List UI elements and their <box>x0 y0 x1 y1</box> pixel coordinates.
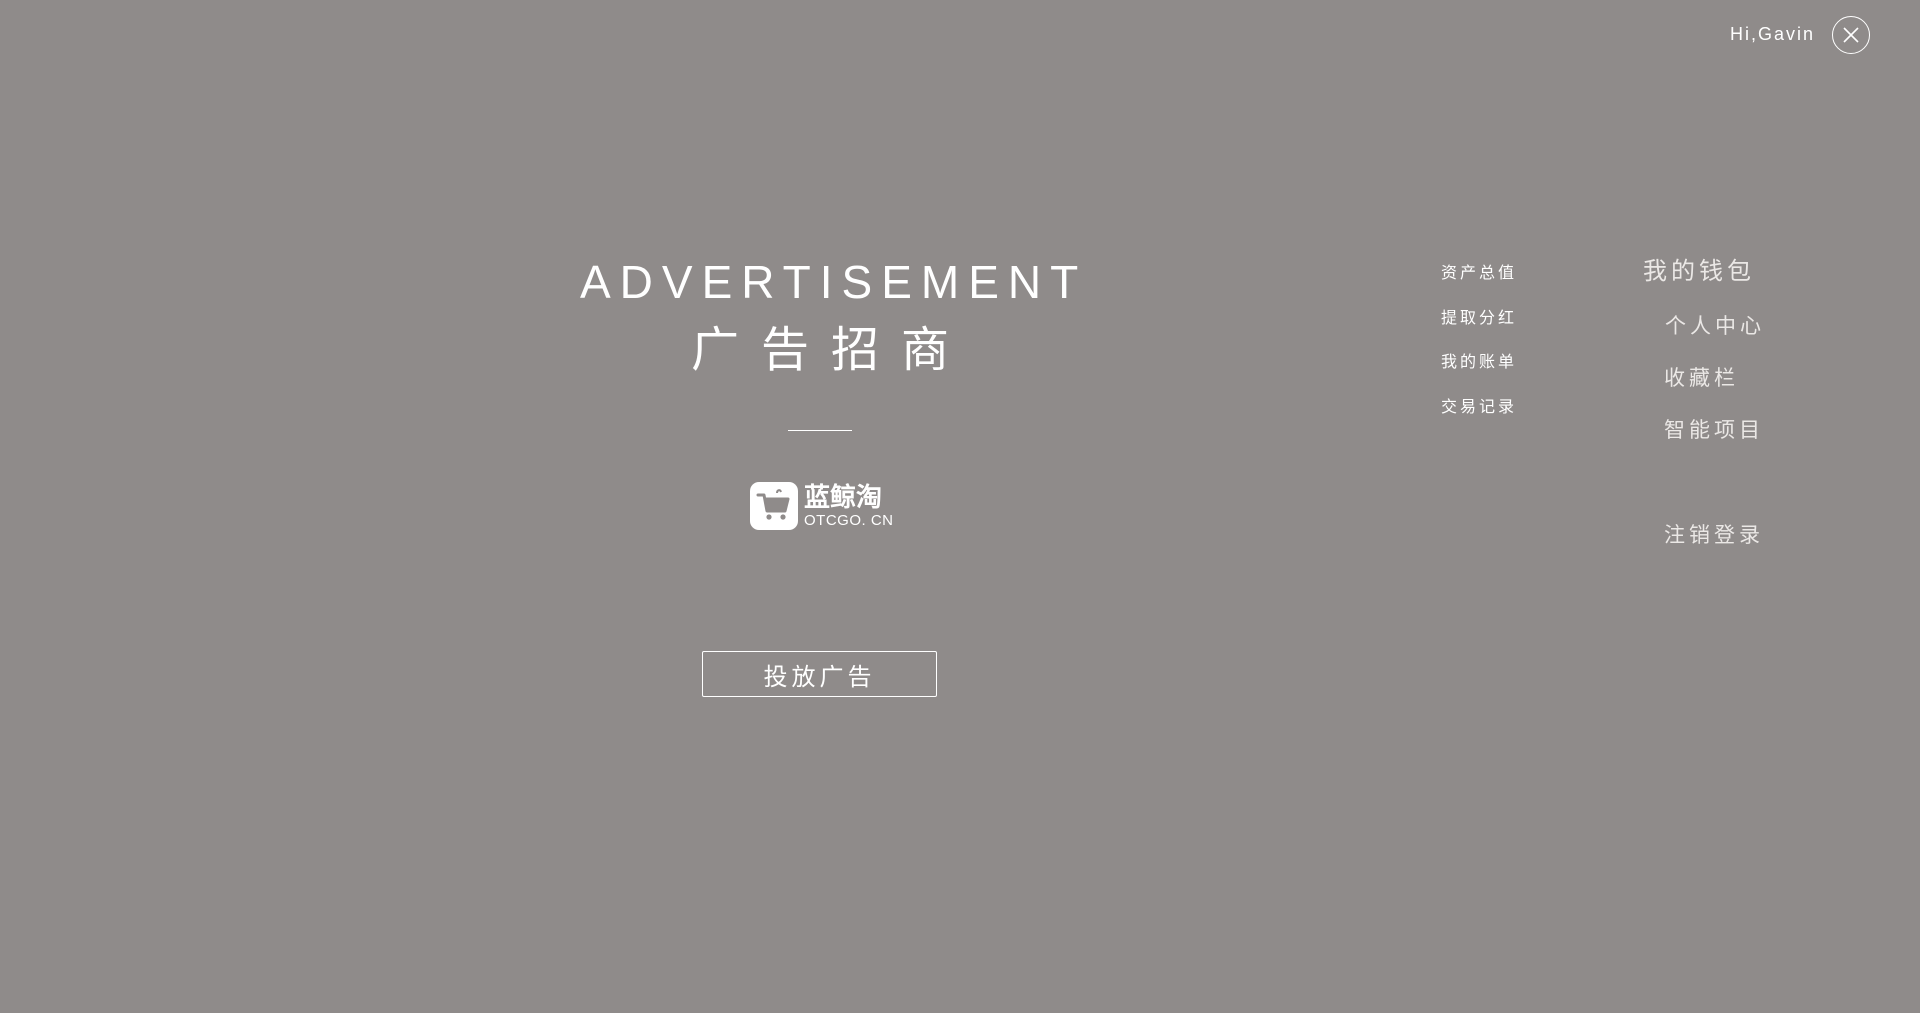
menu-item-favorites[interactable]: 收藏栏 <box>1664 364 1739 392</box>
brand-name-cn: 蓝鲸淘 <box>804 483 883 513</box>
menu-item-smart-project[interactable]: 智能项目 <box>1664 416 1764 444</box>
close-button[interactable] <box>1832 16 1870 54</box>
brand-logo-text: 蓝鲸淘 OTCGO. CN <box>804 483 894 529</box>
advertisement-title-cn: 广告招商 <box>690 322 971 378</box>
title-divider <box>788 430 852 431</box>
close-icon <box>1843 27 1859 43</box>
shopping-cart-icon <box>750 482 798 530</box>
brand-name-en: OTCGO. CN <box>804 512 894 529</box>
place-ad-button[interactable]: 投放广告 <box>702 651 937 697</box>
submenu-item-total-assets[interactable]: 资产总值 <box>1441 258 1517 303</box>
menu-item-wallet[interactable]: 我的钱包 <box>1643 255 1755 287</box>
brand-logo: 蓝鲸淘 OTCGO. CN <box>750 481 894 531</box>
advertisement-title-en: ADVERTISEMENT <box>580 256 1088 308</box>
submenu-item-transaction-records[interactable]: 交易记录 <box>1441 392 1517 437</box>
wallet-submenu: 资产总值 提取分红 我的账单 交易记录 <box>1441 258 1517 436</box>
menu-item-logout[interactable]: 注销登录 <box>1664 521 1764 549</box>
submenu-item-my-bills[interactable]: 我的账单 <box>1441 347 1517 392</box>
submenu-item-withdraw-dividends[interactable]: 提取分红 <box>1441 303 1517 348</box>
menu-item-profile[interactable]: 个人中心 <box>1665 312 1765 340</box>
user-greeting: Hi,Gavin <box>1730 24 1816 44</box>
